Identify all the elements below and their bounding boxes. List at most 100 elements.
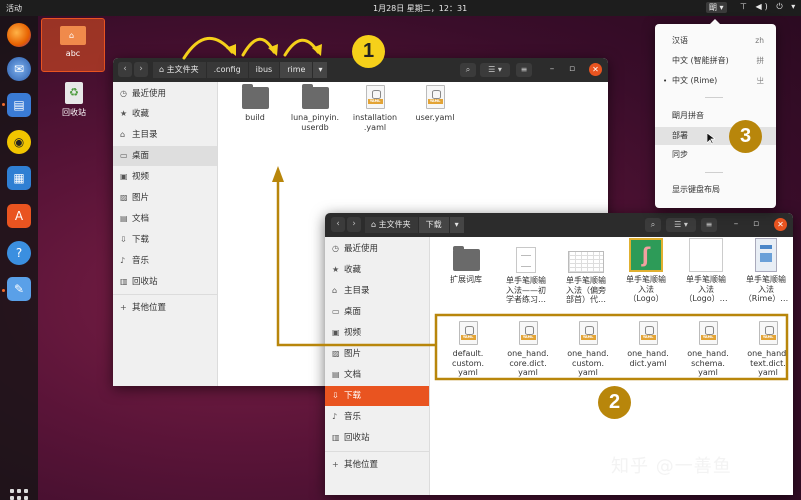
system-tray[interactable]: ⊤ ◀) ⏻ ▾ [740, 2, 798, 12]
file-item-extension-dictionary[interactable]: 扩展词库 [436, 246, 496, 285]
sidebar-item-downloads[interactable]: ⇩ 下载 [325, 386, 429, 406]
file-item-rime-screenshot[interactable]: 单手笔顺输 入法 （Rime）… [736, 238, 793, 304]
menu-button[interactable]: ≡ [701, 218, 717, 232]
file-item-logo-blank[interactable]: 单手笔顺输 入法 （Logo）… [676, 238, 736, 304]
help-icon[interactable]: ? [7, 241, 31, 265]
input-method-indicator[interactable]: 朙 ▾ [706, 2, 727, 13]
sidebar-item-trash[interactable]: ▥ 回收站 [113, 272, 217, 292]
sidebar-item-documents[interactable]: ▤ 文档 [325, 365, 429, 385]
menu-item-rime[interactable]: • 中文 (Rime) 㞢 [655, 72, 776, 90]
breadcrumb-home[interactable]: ⌂ 主文件夹 [365, 217, 419, 233]
sidebar-item-starred[interactable]: ★ 收藏 [113, 104, 217, 124]
curved-arrow [241, 37, 276, 57]
search-button[interactable]: ⌕ [460, 63, 476, 77]
plus-icon: + [332, 460, 339, 469]
sidebar-item-pictures[interactable]: ▨ 图片 [325, 344, 429, 364]
file-item-installation-yaml[interactable]: YAML installation .yaml [345, 85, 405, 132]
file-item-one-hand-schema-yaml[interactable]: YAML one_hand. schema. yaml [678, 321, 738, 378]
clock[interactable]: 1月28日 星期二，12：31 [373, 3, 467, 14]
breadcrumb-home[interactable]: ⌂ 主文件夹 [153, 62, 207, 78]
sidebar-item-label: 最近使用 [132, 89, 167, 99]
file-item-beginner-practice[interactable]: 单手笔顺输 入法——初 学者练习… [496, 247, 556, 305]
text-editor-icon[interactable]: ✎ [7, 277, 31, 301]
maximize-button[interactable]: ▫ [750, 219, 762, 229]
file-item-logo[interactable]: ʃ 单手笔顺输 入法 （Logo） [616, 238, 676, 304]
sidebar-item-videos[interactable]: ▣ 视频 [113, 167, 217, 187]
maximize-button[interactable]: ▫ [566, 64, 578, 74]
sidebar-item-other-locations[interactable]: + 其他位置 [113, 298, 217, 318]
breadcrumb-rime[interactable]: rime [280, 62, 314, 78]
sidebar-item-desktop[interactable]: ▭ 桌面 [113, 146, 217, 166]
menu-button[interactable]: ≡ [516, 63, 532, 77]
sidebar-item-music[interactable]: ♪ 音乐 [113, 251, 217, 271]
yaml-file-icon: YAML [758, 321, 778, 345]
view-toggle-button[interactable]: ☰ ▾ [480, 63, 510, 77]
sidebar-item-home[interactable]: ⌂ 主目录 [325, 281, 429, 301]
sidebar-item-recent[interactable]: ◷ 最近使用 [325, 239, 429, 259]
chevron-down-icon[interactable]: ▾ [449, 217, 465, 233]
minimize-button[interactable]: – [730, 219, 742, 229]
sidebar-item-home[interactable]: ⌂ 主目录 [113, 125, 217, 145]
menu-divider [705, 172, 723, 173]
file-item-one-hand-text-dict-yaml[interactable]: YAML one_hand. text.dict. yaml [738, 321, 793, 378]
file-item-user-yaml[interactable]: YAML user.yaml [405, 85, 465, 123]
view-toggle-button[interactable]: ☰ ▾ [666, 218, 696, 232]
back-button[interactable]: ‹ [118, 62, 132, 77]
sidebar-item-videos[interactable]: ▣ 视频 [325, 323, 429, 343]
files-icon[interactable]: ▤ [7, 93, 31, 117]
menu-item-show-keyboard-layout[interactable]: 显示键盘布局 [655, 181, 776, 199]
sidebar-item-documents[interactable]: ▤ 文档 [113, 209, 217, 229]
desktop-folder-abc[interactable]: ⌂ abc [41, 18, 105, 72]
sidebar-divider [325, 451, 429, 452]
menu-item-intelligent-pinyin[interactable]: 中文 (智能拼音) 拼 [655, 52, 776, 70]
sidebar-item-other-locations[interactable]: + 其他位置 [325, 455, 429, 475]
sidebar-item-label: 图片 [344, 349, 362, 359]
file-item-one-hand-dict-yaml[interactable]: YAML one_hand. dict.yaml [618, 321, 678, 368]
file-item-one-hand-core-dict-yaml[interactable]: YAML one_hand. core.dict. yaml [498, 321, 558, 378]
thunderbird-icon[interactable]: ✉ [7, 57, 31, 81]
chevron-down-icon[interactable]: ▾ [313, 62, 329, 78]
sidebar-item-pictures[interactable]: ▨ 图片 [113, 188, 217, 208]
forward-button[interactable]: › [134, 62, 148, 77]
sidebar-item-downloads[interactable]: ⇩ 下载 [113, 230, 217, 250]
libreoffice-writer-icon[interactable]: ▦ [7, 166, 31, 190]
file-item-radical-code[interactable]: 单手笔顺输 入法（偏旁 部首）代… [556, 251, 616, 305]
sidebar-item-label: 主目录 [344, 286, 370, 296]
sidebar-item-recent[interactable]: ◷ 最近使用 [113, 84, 217, 104]
search-button[interactable]: ⌕ [645, 218, 661, 232]
file-item-luna-pinyin-userdb[interactable]: luna_pinyin. userdb [285, 84, 345, 132]
breadcrumb: ⌂ 主文件夹 .config ibus rime ▾ [153, 62, 329, 78]
sidebar-item-starred[interactable]: ★ 收藏 [325, 260, 429, 280]
desktop-folder-label: abc [65, 49, 81, 58]
close-button[interactable]: ✕ [774, 218, 787, 231]
menu-item-chinese[interactable]: 汉语 zh [655, 32, 776, 50]
sidebar-item-label: 主目录 [132, 130, 158, 140]
breadcrumb-ibus[interactable]: ibus [248, 62, 281, 78]
back-button[interactable]: ‹ [331, 217, 345, 232]
activities-button[interactable]: 活动 [6, 3, 22, 14]
file-item-build[interactable]: build [225, 84, 285, 123]
software-center-icon[interactable]: A [7, 204, 31, 228]
folder-icon [452, 246, 480, 271]
breadcrumb-config[interactable]: .config [206, 62, 249, 78]
sidebar-item-trash[interactable]: ▥ 回收站 [325, 428, 429, 448]
show-applications-icon[interactable] [10, 489, 28, 500]
breadcrumb-downloads[interactable]: 下载 [418, 217, 450, 233]
desktop-trash[interactable]: ♻ 回收站 [52, 82, 96, 118]
sidebar-item-music[interactable]: ♪ 音乐 [325, 407, 429, 427]
file-item-one-hand-custom-yaml[interactable]: YAML one_hand. custom. yaml [558, 321, 618, 378]
menu-item-sync[interactable]: 同步 [655, 146, 776, 164]
home-icon: ⌂ [69, 31, 75, 40]
close-button[interactable]: ✕ [589, 63, 602, 76]
menu-item-luna-pinyin[interactable]: 朙月拼音 [655, 107, 776, 125]
firefox-icon[interactable] [7, 23, 31, 47]
file-item-default-custom-yaml[interactable]: YAML default. custom. yaml [438, 321, 498, 378]
minimize-button[interactable]: – [546, 64, 558, 74]
sidebar: ◷ 最近使用 ★ 收藏 ⌂ 主目录 ▭ 桌面 ▣ 视频 ▨ 图片 ▤ 文档 ⇩ 下载 ♪ 音乐 ▥… [113, 82, 218, 386]
menu-item-shortcut: zh [755, 36, 764, 45]
sidebar-item-desktop[interactable]: ▭ 桌面 [325, 302, 429, 322]
rhythmbox-icon[interactable]: ◉ [7, 130, 31, 154]
step-badge-3: 3 [729, 120, 762, 153]
sidebar-item-label: 回收站 [344, 433, 370, 443]
forward-button[interactable]: › [347, 217, 361, 232]
